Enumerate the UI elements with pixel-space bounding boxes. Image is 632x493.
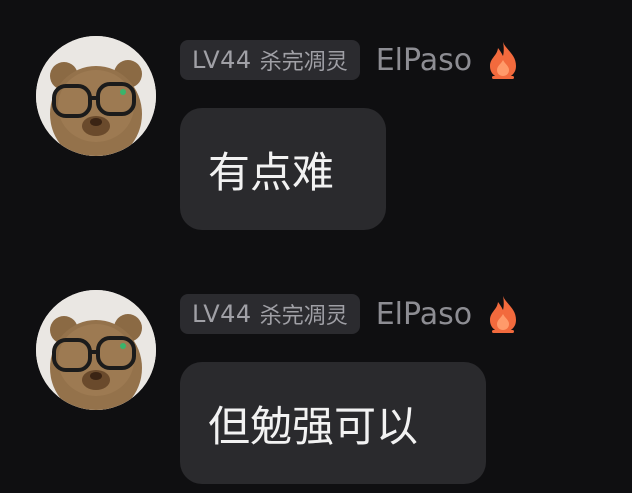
teddy-bear-avatar-icon bbox=[36, 36, 156, 156]
level-label: LV44 bbox=[192, 46, 252, 74]
message-bubble[interactable]: 有点难 bbox=[180, 108, 386, 230]
level-badge[interactable]: LV44 杀完凋灵 bbox=[180, 40, 360, 80]
level-title: 杀完凋灵 bbox=[259, 50, 348, 75]
flame-icon bbox=[486, 294, 520, 334]
teddy-bear-avatar-icon bbox=[36, 290, 156, 410]
username[interactable]: ElPaso bbox=[376, 297, 472, 332]
message-text: 但勉强可以 bbox=[208, 401, 419, 451]
level-title: 杀完凋灵 bbox=[259, 304, 348, 329]
flame-icon bbox=[486, 40, 520, 80]
message-bubble[interactable]: 但勉强可以 bbox=[180, 362, 486, 484]
avatar[interactable] bbox=[36, 36, 156, 156]
level-badge[interactable]: LV44 杀完凋灵 bbox=[180, 294, 360, 334]
avatar[interactable] bbox=[36, 290, 156, 410]
chat-thread: LV44 杀完凋灵 ElPaso 有点难 LV44 杀完凋灵 ElPaso 但勉… bbox=[0, 0, 632, 493]
level-label: LV44 bbox=[192, 300, 252, 328]
message-header: LV44 杀完凋灵 ElPaso bbox=[180, 294, 520, 334]
message-text: 有点难 bbox=[208, 147, 335, 197]
message-header: LV44 杀完凋灵 ElPaso bbox=[180, 40, 520, 80]
username[interactable]: ElPaso bbox=[376, 43, 472, 78]
